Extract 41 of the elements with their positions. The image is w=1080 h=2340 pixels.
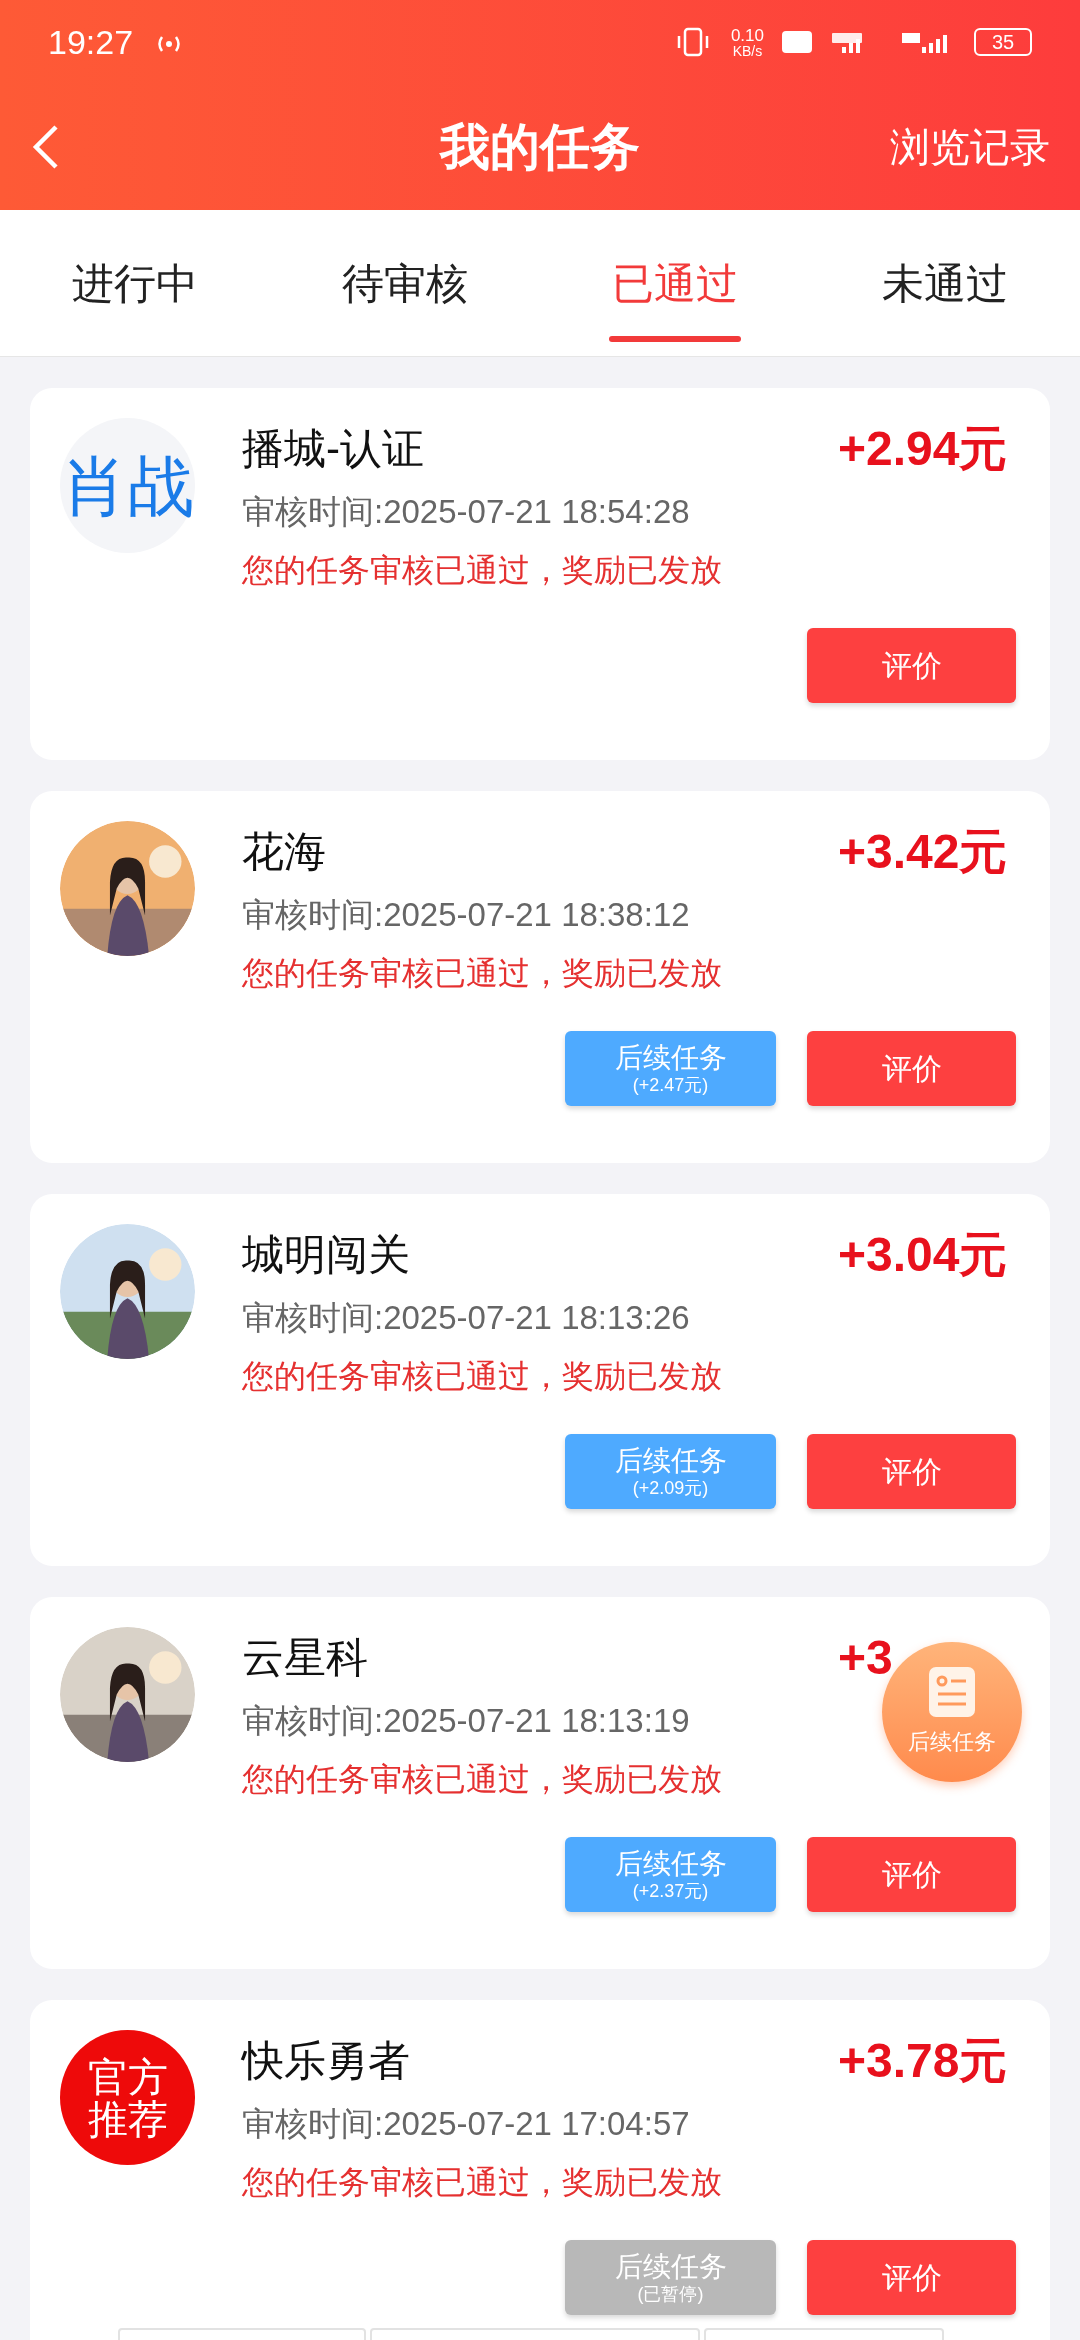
task-name: 快乐勇者 xyxy=(242,2036,410,2086)
status-message: 您的任务审核已通过，奖励已发放 xyxy=(242,2163,723,2202)
rate-button[interactable]: 评价 xyxy=(807,1434,1016,1509)
reward-amount: +3.78元 xyxy=(838,2036,1008,2086)
follow-up-task-button[interactable]: 后续任务 (+2.37元) xyxy=(565,1837,776,1912)
header-action[interactable]: 浏览记录 xyxy=(890,117,1050,177)
review-time: 审核时间:2025-07-21 17:04:57 xyxy=(242,2104,691,2144)
rate-button[interactable]: 评价 xyxy=(807,2240,1016,2315)
avatar-text: 肖战 xyxy=(61,452,194,519)
reward-amount: +2.94元 xyxy=(838,424,1008,474)
rate-button[interactable]: 评价 xyxy=(807,1031,1016,1106)
net-speed-unit: KB/s xyxy=(732,43,763,58)
status-time: 19:27 xyxy=(48,21,134,63)
task-name: 云星科 xyxy=(242,1633,368,1683)
review-time: 审核时间:2025-07-21 18:13:19 xyxy=(242,1701,691,1741)
tab[interactable]: 进行中 xyxy=(72,251,198,315)
tab[interactable]: 已通过 xyxy=(612,251,738,315)
review-time: 审核时间:2025-07-21 18:38:12 xyxy=(242,895,691,935)
status-message: 您的任务审核已通过，奖励已发放 xyxy=(242,954,723,993)
reward-amount: +3.42元 xyxy=(838,827,1008,877)
avatar-text: 官方推荐 xyxy=(86,2055,169,2140)
review-time: 审核时间:2025-07-21 18:13:26 xyxy=(242,1298,691,1338)
page-title: 我的任务 xyxy=(440,117,640,177)
status-message: 您的任务审核已通过，奖励已发放 xyxy=(242,551,723,590)
task-name: 播城-认证 xyxy=(242,424,424,474)
status-message: 您的任务审核已通过，奖励已发放 xyxy=(242,1760,723,1799)
rate-button[interactable]: 评价 xyxy=(807,1837,1016,1912)
follow-up-task-button[interactable]: 后续任务 (+2.47元) xyxy=(565,1031,776,1106)
back-icon[interactable] xyxy=(30,123,60,171)
task-name: 花海 xyxy=(242,827,326,877)
follow-up-task-button[interactable]: 后续任务 (+2.09元) xyxy=(565,1434,776,1509)
review-time: 审核时间:2025-07-21 18:54:28 xyxy=(242,492,691,532)
rate-button[interactable]: 评价 xyxy=(807,628,1016,703)
battery-level: 35 xyxy=(991,32,1015,52)
status-message: 您的任务审核已通过，奖励已发放 xyxy=(242,1357,723,1396)
reward-amount: +3.04元 xyxy=(838,1230,1008,1280)
tab[interactable]: 待审核 xyxy=(342,251,468,315)
net-speed: 0.10 xyxy=(730,26,764,44)
task-name: 城明闯关 xyxy=(242,1230,410,1280)
tab[interactable]: 未通过 xyxy=(882,251,1008,315)
document-icon xyxy=(929,1666,975,1717)
